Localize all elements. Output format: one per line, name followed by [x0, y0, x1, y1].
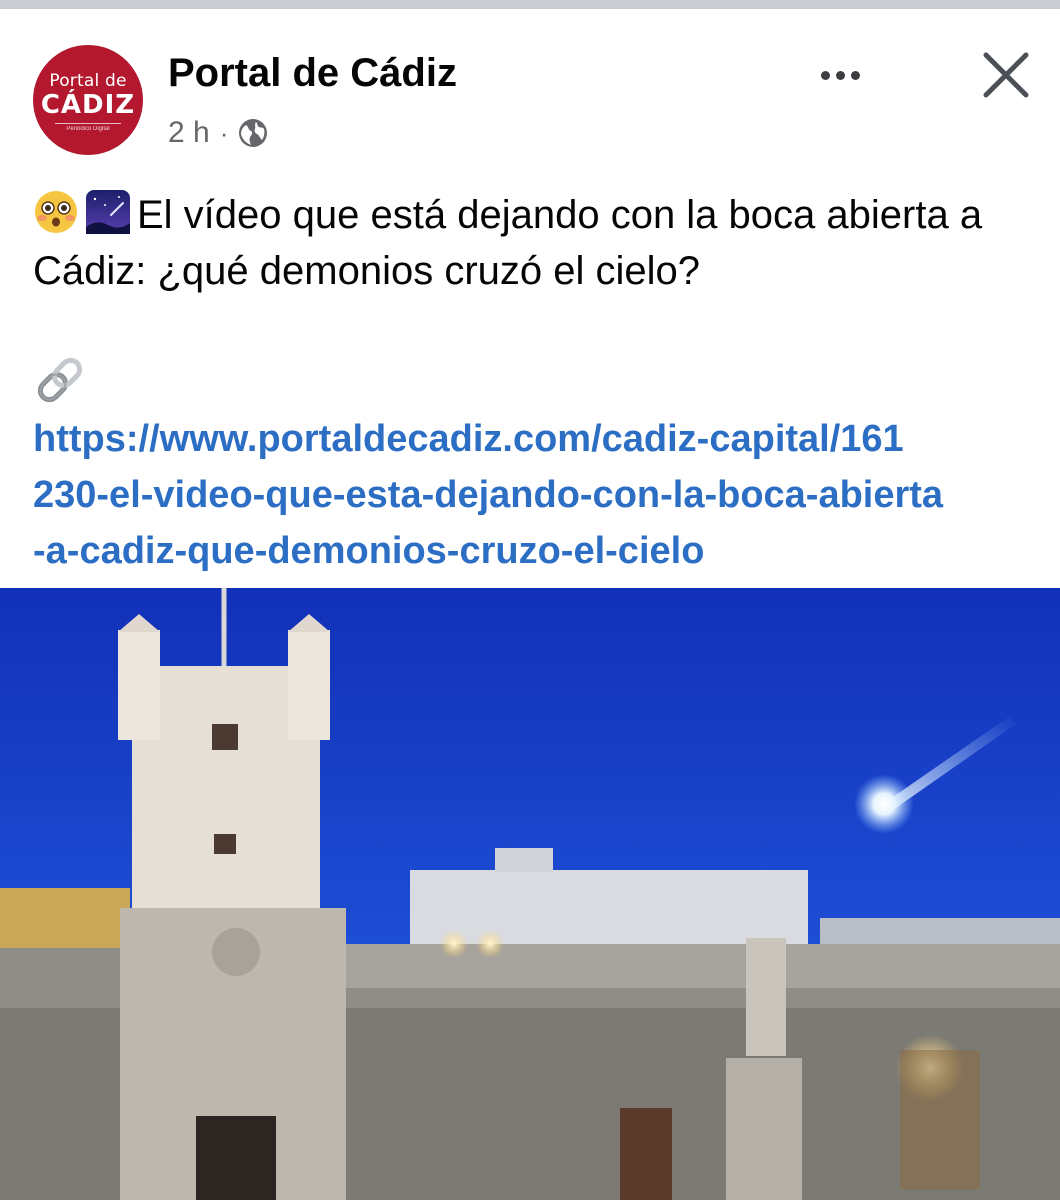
avatar-text-small: Periódico Digital [66, 126, 110, 132]
post-meta: 2 h · [168, 113, 268, 153]
more-horizontal-icon-dot [850, 70, 860, 80]
link-icon [37, 357, 83, 403]
flushed-face-emoji-icon [35, 191, 77, 233]
more-horizontal-icon-dot [820, 70, 830, 80]
page-avatar[interactable]: Portal de CÁDIZ Periódico Digital [33, 45, 143, 155]
feed-post: Portal de CÁDIZ Periódico Digital Portal… [0, 9, 1060, 1200]
post-message: El vídeo que está dejando con la boca ab… [33, 187, 1023, 299]
avatar-text-main: CÁDIZ [40, 90, 136, 120]
close-icon[interactable] [976, 45, 1036, 105]
more-horizontal-icon-dot [835, 70, 845, 80]
post-link[interactable]: https://www.portaldecadiz.com/cadiz-capi… [33, 411, 1060, 579]
post-timestamp[interactable]: 2 h [168, 116, 210, 150]
post-message-text: El vídeo que está dejando con la boca ab… [33, 193, 983, 293]
globe-icon[interactable] [238, 118, 268, 148]
avatar-text-top: Portal de [49, 71, 127, 91]
avatar-divider [55, 123, 121, 124]
post-image-meteor-over-cadiz[interactable] [0, 588, 1060, 1200]
more-options-button[interactable] [808, 51, 872, 99]
top-separator [0, 0, 1060, 9]
night-sky-emoji-icon [86, 190, 130, 234]
meta-separator: · [219, 117, 229, 148]
page-name[interactable]: Portal de Cádiz [168, 51, 457, 96]
